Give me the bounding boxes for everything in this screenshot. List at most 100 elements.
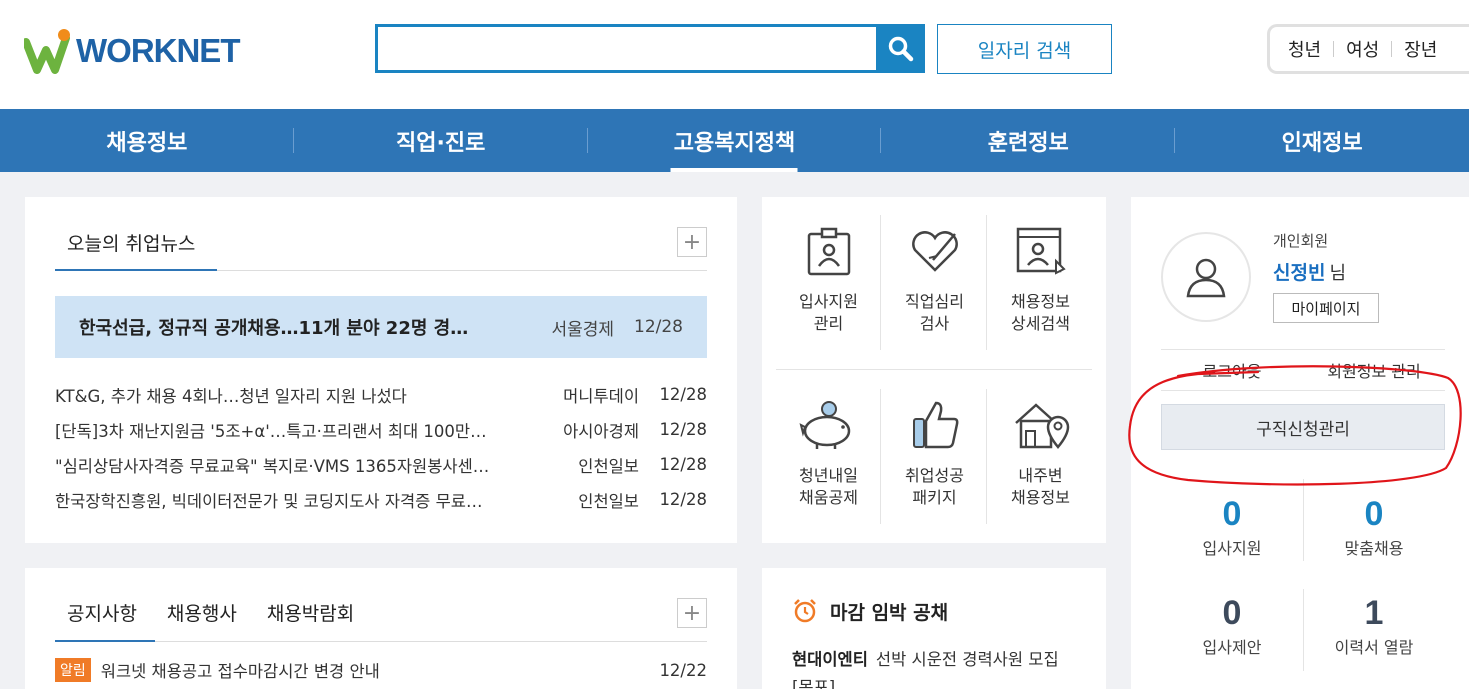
stat-label: 이력서 열람 <box>1334 638 1414 657</box>
stat-value: 0 <box>1222 495 1242 533</box>
target-link-youth[interactable]: 청년 <box>1288 36 1321 62</box>
job-search-button[interactable]: 일자리 검색 <box>937 24 1112 74</box>
news-source: 아시아경제 <box>563 421 639 441</box>
search-box <box>375 24 877 73</box>
divider <box>1391 41 1393 57</box>
news-title: KT&G, 추가 채용 4회나…청년 일자리 지원 나섰다 <box>55 386 407 406</box>
member-name: 신정빈 <box>1273 262 1326 284</box>
target-link-women[interactable]: 여성 <box>1346 36 1379 62</box>
service-employment-package[interactable]: 취업성공 패키지 <box>882 389 987 524</box>
news-list: KT&G, 추가 채용 4회나…청년 일자리 지원 나섰다 머니투데이 12/2… <box>55 377 707 517</box>
nav-label: 고용복지정책 <box>673 130 796 156</box>
active-tab-bar <box>55 269 217 271</box>
job-application-management-button[interactable]: 구직신청관리 <box>1161 404 1445 450</box>
notice-tabs: 공지사항 채용행사 채용박람회 <box>67 599 354 626</box>
news-title: 한국장학진흥원, 빅데이터전문가 및 코딩지도사 자격증 무료… <box>55 491 483 511</box>
news-title: "심리상담사자격증 무료교육" 복지로·VMS 1365자원봉사센… <box>55 456 490 476</box>
avatar <box>1161 232 1251 322</box>
nav-label: 직업·진로 <box>396 130 486 156</box>
target-link-senior[interactable]: 장년 <box>1404 36 1437 62</box>
nav-item-training[interactable]: 훈련정보 <box>881 109 1176 172</box>
active-nav-underline <box>670 168 798 172</box>
member-suffix: 님 <box>1329 263 1347 284</box>
service-label: 직업심리 검사 <box>905 292 964 333</box>
news-item[interactable]: KT&G, 추가 채용 4회나…청년 일자리 지원 나섰다 머니투데이 12/2… <box>55 377 707 412</box>
service-label: 내주변 채용정보 <box>1011 466 1070 507</box>
deadline-company: 현대이엔티 <box>792 650 868 669</box>
service-application-management[interactable]: 입사지원 관리 <box>776 215 881 350</box>
notice-title: 워크넷 채용공고 접수마감시간 변경 안내 <box>100 662 380 681</box>
worknet-logo-mark-icon <box>24 29 70 74</box>
search-button[interactable] <box>876 24 925 73</box>
news-date: 12/28 <box>659 385 707 404</box>
piggy-bank-icon <box>799 401 850 449</box>
service-label: 취업성공 패키지 <box>905 466 964 507</box>
notice-more-button[interactable]: + <box>677 598 707 628</box>
news-source: 인천일보 <box>578 491 639 511</box>
notice-badge: 알림 <box>55 658 91 682</box>
nav-item-welfare-policy[interactable]: 고용복지정책 <box>588 109 882 172</box>
stat-recommended-jobs[interactable]: 0 맞춤채용 <box>1303 495 1445 559</box>
member-name-line: 신정빈 님 <box>1273 258 1346 285</box>
active-tab-bar <box>55 640 155 642</box>
nav-item-jobs[interactable]: 채용정보 <box>0 109 294 172</box>
user-icon <box>1186 258 1226 298</box>
news-item[interactable]: "심리상담사자격증 무료교육" 복지로·VMS 1365자원봉사센… 인천일보 … <box>55 447 707 482</box>
service-psychology-test[interactable]: 직업심리 검사 <box>882 215 987 350</box>
divider <box>776 369 1092 370</box>
search-input[interactable] <box>378 27 877 70</box>
target-links: 청년 여성 장년 <box>1267 24 1469 74</box>
stat-label: 맞춤채용 <box>1344 539 1404 558</box>
document-person-icon <box>1016 227 1066 275</box>
nav-item-career[interactable]: 직업·진로 <box>294 109 588 172</box>
news-source: 머니투데이 <box>563 386 639 406</box>
stat-resume-views[interactable]: 1 이력서 열람 <box>1303 594 1445 658</box>
headline-title: 한국선급, 정규직 공개채용…11개 분야 22명 경… <box>79 318 469 339</box>
stat-value: 0 <box>1364 495 1384 533</box>
stat-applications[interactable]: 0 입사지원 <box>1161 495 1303 559</box>
divider <box>1333 41 1335 57</box>
alarm-clock-icon <box>794 599 816 623</box>
tab-job-fairs[interactable]: 채용박람회 <box>267 599 354 626</box>
mypage-button[interactable]: 마이페이지 <box>1273 293 1379 323</box>
notice-panel: 공지사항 채용행사 채용박람회 + 알림 워크넷 채용공고 접수마감시간 변경 … <box>25 568 737 689</box>
service-label: 입사지원 관리 <box>799 292 858 333</box>
heart-pen-icon <box>911 231 958 272</box>
stat-value: 0 <box>1222 594 1242 632</box>
notice-date: 12/22 <box>659 660 707 680</box>
headline-source: 서울경제 <box>551 319 614 340</box>
stat-job-offers[interactable]: 0 입사제안 <box>1161 594 1303 658</box>
tab-notice[interactable]: 공지사항 <box>67 599 137 626</box>
news-title: [단독]3차 재난지원금 '5조+α'…특고·프리랜서 최대 100만… <box>55 421 487 441</box>
news-item[interactable]: 한국장학진흥원, 빅데이터전문가 및 코딩지도사 자격증 무료… 인천일보 12… <box>55 482 707 517</box>
main-navigation: 채용정보 직업·진로 고용복지정책 훈련정보 인재정보 <box>0 109 1469 172</box>
deadline-job-item[interactable]: 현대이엔티 선박 시운전 경력사원 모집 [목포] <box>792 646 1082 689</box>
nav-item-talent[interactable]: 인재정보 <box>1175 109 1469 172</box>
search-icon <box>888 36 913 61</box>
member-type: 개인회원 <box>1273 232 1329 250</box>
tab-recruit-events[interactable]: 채용행사 <box>167 599 237 626</box>
service-label: 채용정보 상세검색 <box>1011 292 1070 333</box>
headline-date: 12/28 <box>634 317 683 337</box>
news-item[interactable]: [단독]3차 재난지원금 '5조+α'…특고·프리랜서 최대 100만… 아시아… <box>55 412 707 447</box>
service-nearby-jobs[interactable]: 내주변 채용정보 <box>988 389 1093 524</box>
deadline-jobs-panel: 마감 임박 공채 현대이엔티 선박 시운전 경력사원 모집 [목포] <box>762 568 1106 689</box>
service-label: 청년내일 채움공제 <box>799 466 858 507</box>
headline-news[interactable]: 한국선급, 정규직 공개채용…11개 분야 22명 경… 서울경제 12/28 <box>55 296 707 358</box>
service-shortcuts-panel: 입사지원 관리 직업심리 검사 채용정보 상세검색 청년내일 채움공제 취업성공… <box>762 197 1106 543</box>
account-management-link[interactable]: 회원정보 관리 <box>1303 358 1445 382</box>
logout-link[interactable]: 로그아웃 <box>1161 358 1303 382</box>
tab-today-news[interactable]: 오늘의 취업뉴스 <box>67 229 195 256</box>
stat-value: 1 <box>1364 594 1384 632</box>
service-grid: 입사지원 관리 직업심리 검사 채용정보 상세검색 청년내일 채움공제 취업성공… <box>776 215 1092 527</box>
stat-label: 입사제안 <box>1202 638 1262 657</box>
worknet-logo[interactable]: WORKNET <box>24 28 240 74</box>
service-youth-savings[interactable]: 청년내일 채움공제 <box>776 389 881 524</box>
logo-text: WORKNET <box>76 32 240 69</box>
service-detailed-job-search[interactable]: 채용정보 상세검색 <box>988 215 1093 350</box>
house-location-icon <box>1014 403 1069 449</box>
deadline-title: 마감 임박 공채 <box>830 602 949 624</box>
thumbs-up-icon <box>912 401 958 449</box>
news-more-button[interactable]: + <box>677 227 707 257</box>
notice-item[interactable]: 알림 워크넷 채용공고 접수마감시간 변경 안내 12/22 <box>55 658 707 682</box>
